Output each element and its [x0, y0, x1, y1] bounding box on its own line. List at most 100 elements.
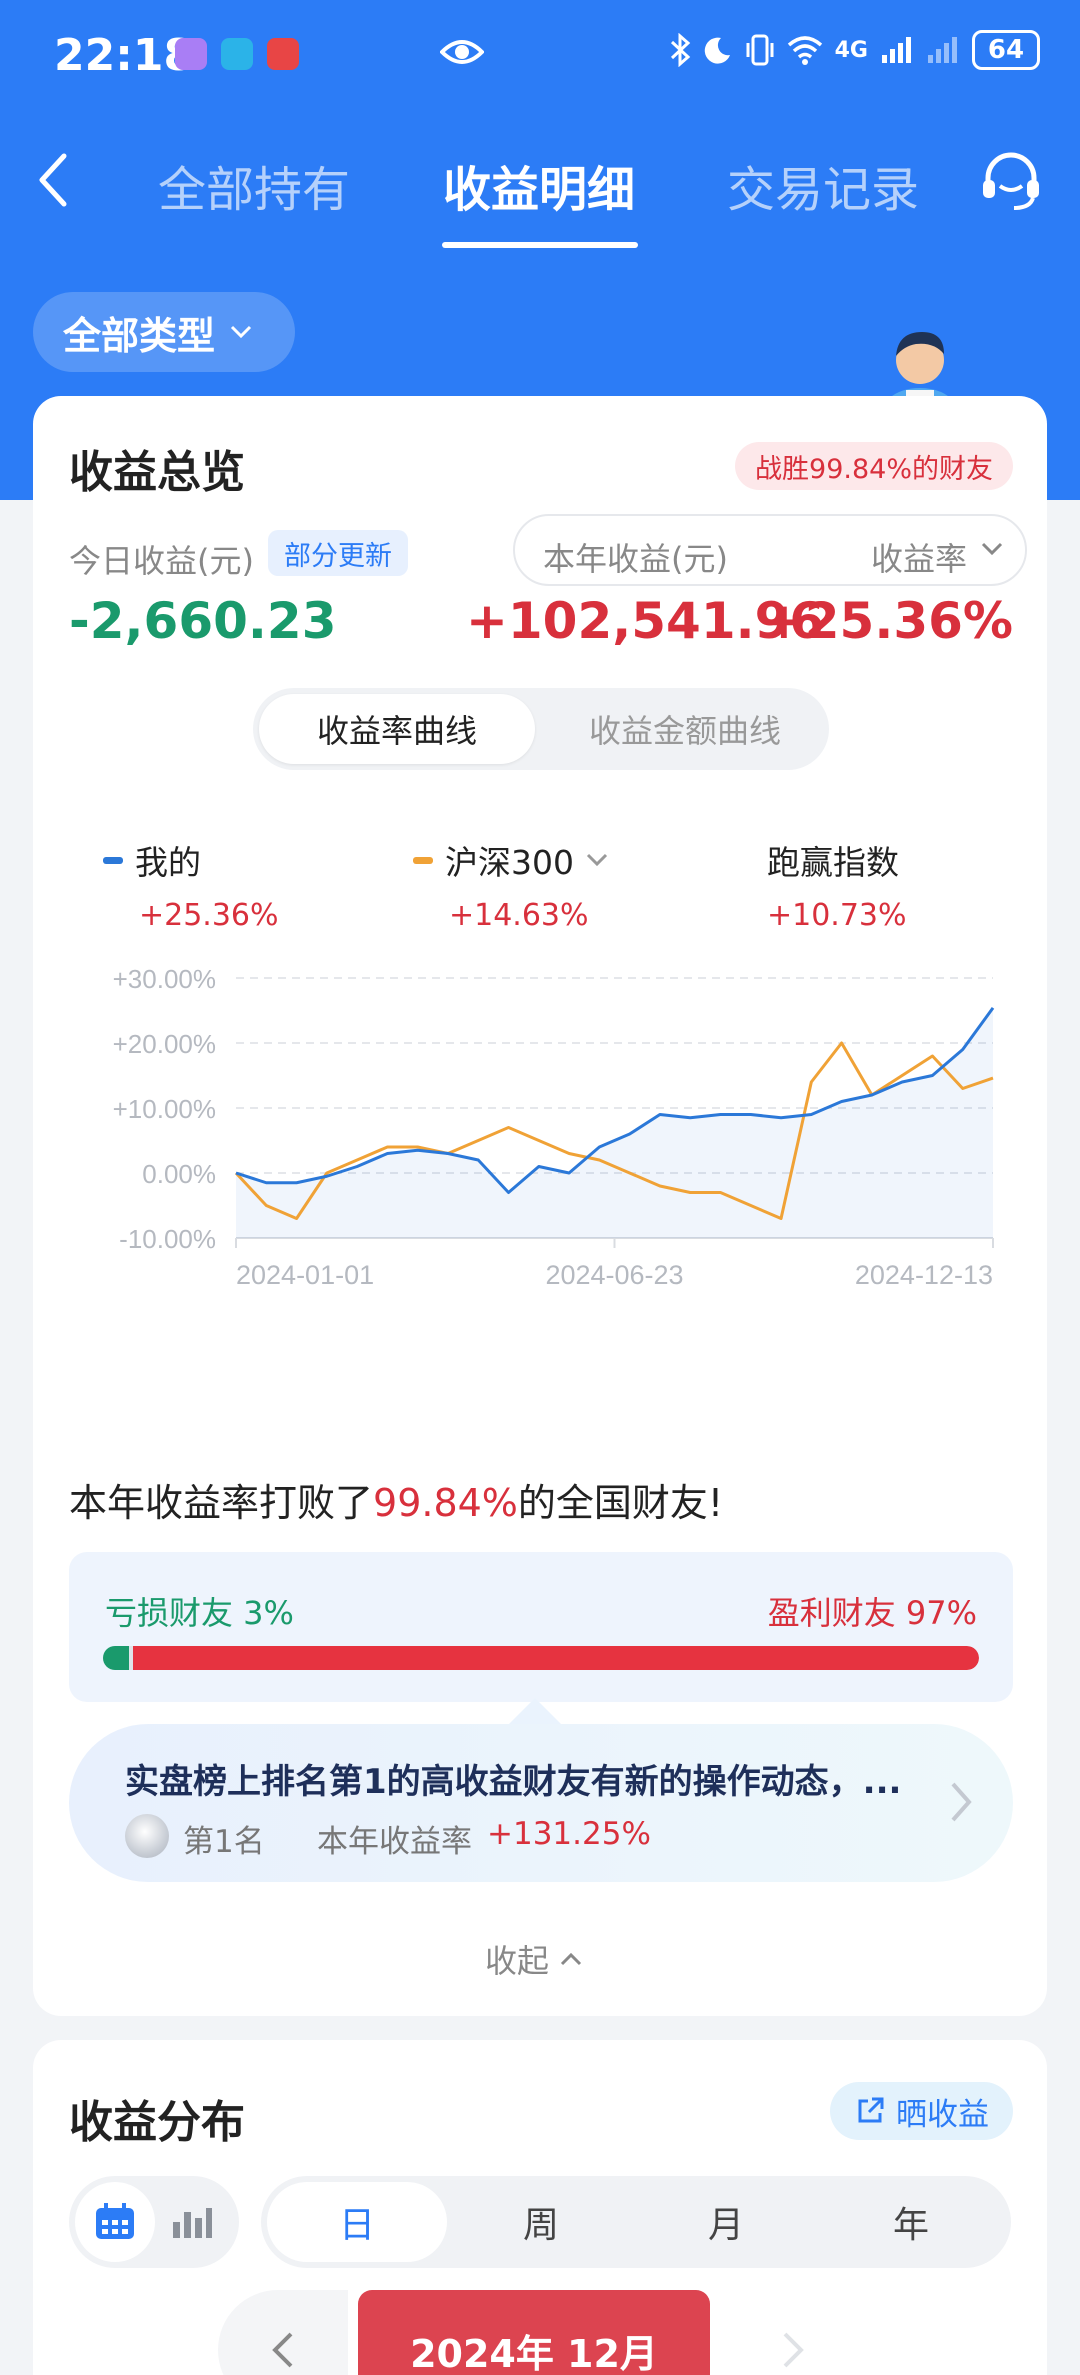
legend-outperform-value: +10.73%: [767, 898, 907, 933]
beat-summary: 本年收益率打败了99.84%的全国财友!: [69, 1472, 723, 1527]
app-notification-icon: [175, 38, 207, 70]
share-icon: [858, 2097, 884, 2123]
distribution-title: 收益分布: [69, 2097, 245, 2148]
chevron-down-icon: [981, 542, 1003, 556]
back-arrow-icon[interactable]: [30, 150, 80, 210]
year-income-selector[interactable]: 本年收益(元) 收益率: [513, 514, 1027, 586]
wifi-icon: [787, 36, 822, 65]
tab-amount-curve[interactable]: 收益金额曲线: [547, 694, 823, 764]
chevron-left-icon: [272, 2332, 293, 2368]
distribution-bar: [103, 1646, 979, 1670]
chevron-down-icon: [230, 325, 252, 339]
today-income-label: 今日收益(元): [69, 542, 254, 580]
tab-rate-curve[interactable]: 收益率曲线: [259, 694, 535, 764]
customer-service-icon[interactable]: [978, 148, 1044, 214]
legend-color-mine: [103, 856, 123, 864]
loss-bar-segment: [103, 1646, 129, 1670]
year-income-label: 本年收益(元): [543, 540, 728, 578]
beat-suffix: 的全国财友!: [517, 1481, 724, 1525]
x-tick-label: 2024-01-01: [236, 1260, 374, 1290]
period-segmented: 日 周 月 年: [261, 2176, 1011, 2268]
bar-chart-view-button[interactable]: [157, 2182, 227, 2262]
profit-bar-segment: [133, 1646, 979, 1670]
legend-mine-name: 我的: [135, 843, 201, 882]
view-toggle: [69, 2176, 239, 2268]
collapse-button[interactable]: 收起: [485, 1936, 583, 1982]
type-filter-dropdown[interactable]: 全部类型: [33, 292, 295, 372]
chevron-up-icon: [560, 1952, 582, 1966]
moon-icon: [704, 37, 730, 64]
battery-indicator: 64: [972, 30, 1040, 70]
return-rate-chart: +30.00% +20.00% +10.00% 0.00% -10.00% 2024-01…: [113, 964, 995, 1290]
y-tick-label: +30.00%: [113, 964, 216, 994]
rate-label[interactable]: 收益率: [871, 534, 967, 580]
active-tab-indicator: [442, 242, 638, 248]
alert-notification-icon: [267, 38, 299, 70]
calendar-icon: [96, 2203, 134, 2239]
y-tick-label: 0.00%: [142, 1159, 216, 1189]
x-tick-label: 2024-06-23: [545, 1260, 683, 1290]
y-tick-label: +20.00%: [113, 1029, 216, 1059]
status-time: 22:18: [54, 30, 195, 81]
message-notification-icon: [221, 38, 253, 70]
chevron-down-icon: [586, 853, 608, 867]
tab-income-details[interactable]: 收益明细: [443, 150, 635, 220]
legend-mine-value: +25.36%: [139, 898, 279, 933]
overview-title: 收益总览: [69, 447, 245, 498]
rate-value: +25.36%: [762, 592, 1013, 650]
status-app-icons: [175, 38, 299, 70]
dynamic-rate-value: +131.25%: [487, 1816, 651, 1852]
income-distribution-card: 收益分布 晒收益 日 周 月 年 2024年 12月: [33, 2040, 1047, 2375]
legend-mine: 我的 +25.36%: [103, 836, 279, 933]
callout-pointer: [509, 1698, 561, 1724]
legend-csi300[interactable]: 沪深300 +14.63%: [413, 836, 608, 933]
y-tick-label: -10.00%: [119, 1224, 216, 1254]
dynamic-rate-label: 本年收益率: [317, 1824, 472, 1860]
income-overview-card: 收益总览 战胜99.84%的财友 今日收益(元) 部分更新 本年收益(元) 收益…: [33, 396, 1047, 2016]
bluetooth-icon: [670, 33, 690, 67]
period-day[interactable]: 日: [267, 2182, 447, 2262]
beat-percent: 99.84%: [373, 1481, 518, 1525]
eye-icon: [440, 40, 484, 64]
profit-label: 盈利财友 97%: [767, 1594, 977, 1632]
previous-month-button[interactable]: [218, 2290, 348, 2375]
calendar-view-button[interactable]: [75, 2182, 155, 2262]
collapse-label: 收起: [485, 1942, 550, 1980]
signal-icon: [882, 37, 911, 63]
beat-prefix: 本年收益率打败了: [69, 1481, 374, 1525]
top-nav: 全部持有 收益明细 交易记录: [0, 130, 1080, 250]
legend-outperform: 跑赢指数 +10.73%: [767, 836, 907, 933]
current-month: 2024年 12月: [358, 2290, 710, 2375]
signal-2-icon: [928, 37, 957, 63]
chevron-right-icon: [783, 2332, 804, 2368]
loss-label: 亏损财友 3%: [105, 1594, 294, 1632]
type-filter-label: 全部类型: [63, 313, 216, 358]
y-tick-label: +10.00%: [113, 1094, 216, 1124]
profit-loss-distribution: 亏损财友 3% 盈利财友 97%: [69, 1552, 1013, 1702]
period-year[interactable]: 年: [821, 2182, 1001, 2262]
share-income-button[interactable]: 晒收益: [830, 2082, 1013, 2140]
period-month[interactable]: 月: [636, 2182, 816, 2262]
legend-csi300-value: +14.63%: [449, 898, 589, 933]
tab-transaction-records[interactable]: 交易记录: [727, 150, 919, 220]
bar-chart-icon: [173, 2208, 212, 2238]
dynamic-title: 实盘榜上排名第1的高收益财友有新的操作动态，...: [125, 1762, 902, 1802]
legend-outperform-name: 跑赢指数: [767, 843, 899, 882]
chevron-right-icon: [951, 1782, 972, 1822]
month-navigator: 2024年 12月: [218, 2290, 858, 2375]
legend-color-csi300: [413, 856, 433, 864]
tab-all-holdings[interactable]: 全部持有: [158, 150, 350, 220]
status-bar: 22:18 4G 64: [0, 0, 1080, 110]
network-type: 4G: [834, 37, 868, 63]
next-month-button[interactable]: [728, 2290, 858, 2375]
legend-csi300-name: 沪深300: [445, 843, 574, 882]
curve-type-segmented: 收益率曲线 收益金额曲线: [253, 688, 829, 770]
avatar: [125, 1814, 169, 1858]
win-badge: 战胜99.84%的财友: [735, 442, 1013, 490]
status-indicators: 4G 64: [669, 30, 1040, 70]
top-investor-dynamic-card[interactable]: 实盘榜上排名第1的高收益财友有新的操作动态，... 第1名 本年收益率 +131…: [69, 1724, 1013, 1882]
period-week[interactable]: 周: [451, 2182, 631, 2262]
x-tick-label: 2024-12-13: [855, 1260, 993, 1290]
battery-level: 64: [987, 35, 1025, 65]
rank-label: 第1名: [183, 1824, 265, 1860]
